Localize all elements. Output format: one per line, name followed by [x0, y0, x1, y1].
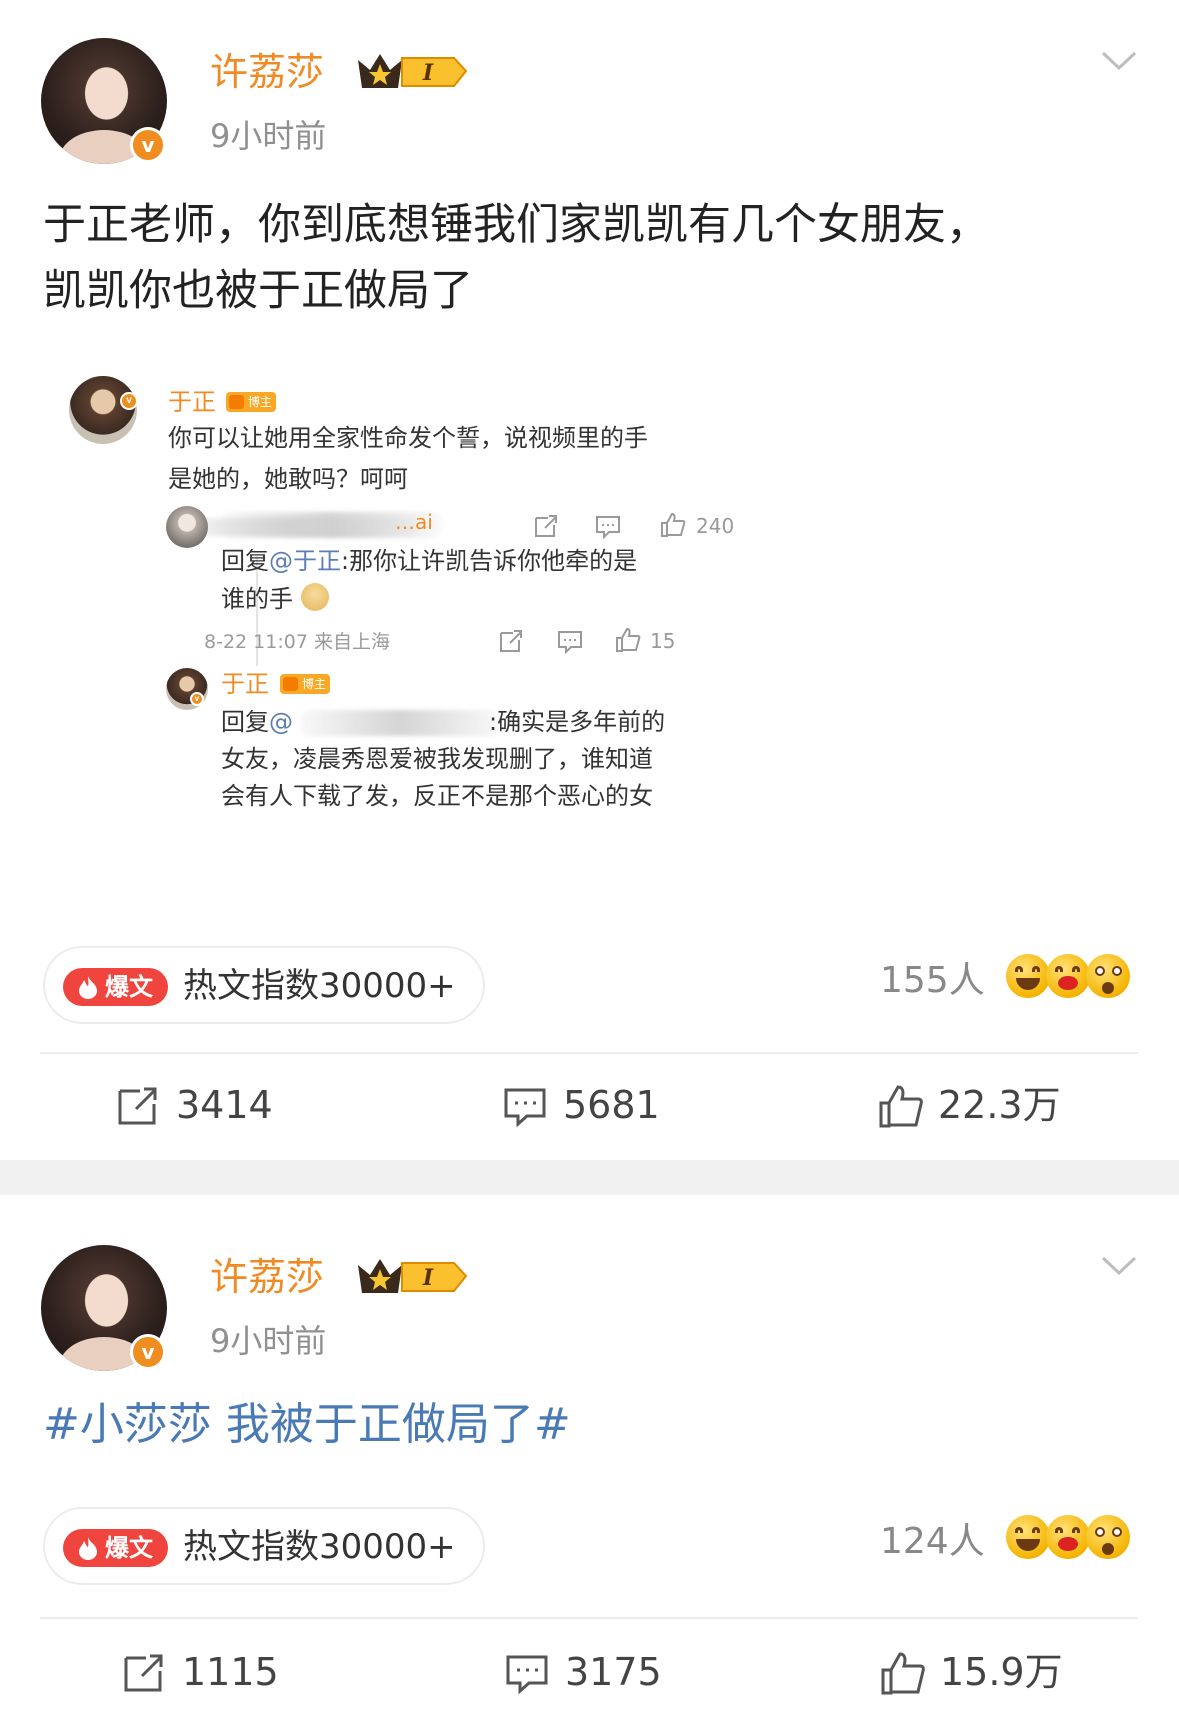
replier-avatar [166, 506, 208, 548]
blogger-badge: 博主 [226, 392, 277, 412]
comment-count: 5681 [563, 1083, 660, 1127]
commenter-avatar [69, 376, 137, 444]
surprised-emoji-icon [1086, 1515, 1130, 1559]
like-count: 240 [696, 514, 735, 538]
repost-icon [535, 515, 557, 537]
like-count: 22.3万 [938, 1083, 1061, 1127]
vip-level: I [422, 60, 434, 86]
laugh-emoji-icon [1006, 1515, 1050, 1559]
post-time: 9小时前 [210, 117, 327, 155]
reply-text-rest: 谁的手 [221, 585, 293, 613]
kiss-emoji-icon [1046, 1515, 1090, 1559]
embedded-screenshot[interactable]: v 于正 博主 你可以让她用全家性命发个誓，说视频里的手 是她的，她敢吗？呵呵 … [60, 350, 750, 910]
repost-icon [124, 1654, 163, 1692]
hot-pill-label: 爆文 [105, 973, 153, 1001]
comment-text: 你可以让她用全家性命发个誓，说视频里的手 是她的，她敢吗？呵呵 [168, 418, 648, 500]
doge-emoji-icon [300, 583, 329, 611]
flame-icon [79, 976, 97, 999]
hot-index-badge[interactable]: 爆文 热文指数30000+ [43, 946, 485, 1024]
hot-pill-label: 爆文 [105, 1534, 153, 1562]
reply-line: 回复@于正:那你让许凯告诉你他牵的是 [221, 542, 637, 580]
hot-pill: 爆文 [63, 968, 168, 1006]
post-text: 于正老师，你到底想锤我们家凯凯有几个女朋友， 凯凯你也被于正做局了 [43, 192, 1143, 324]
like-icon [879, 1085, 923, 1128]
like-button[interactable]: 22.3万 [878, 1080, 1098, 1130]
repost-icon [118, 1087, 157, 1125]
comment-line: 是她的，她敢吗？呵呵 [168, 465, 408, 493]
reply-meta: 8-22 11:07 来自上海 [204, 631, 390, 653]
vip-crown-icon[interactable]: I [354, 50, 474, 92]
reply-line: 女友，凌晨秀恩爱被我发现删了，谁知道 [221, 745, 653, 773]
hot-index-label: 热文指数30000+ [183, 1527, 456, 1567]
divider [40, 1617, 1138, 1619]
flame-icon [79, 1537, 97, 1560]
comment-icon [596, 516, 620, 539]
reply-text-rest: :那你让许凯告诉你他牵的是 [341, 547, 638, 575]
post-text-line: 于正老师，你到底想锤我们家凯凯有几个女朋友， [43, 200, 989, 250]
like-icon [661, 512, 686, 537]
reply-line: 会有人下载了发，反正不是那个恶心的女 [221, 782, 653, 810]
vip-level: I [422, 1265, 434, 1291]
comment-button[interactable]: 3175 [505, 1647, 705, 1697]
username[interactable]: 许荔莎 [210, 1251, 324, 1303]
repost-count: 1115 [182, 1650, 279, 1694]
comment-icon [558, 631, 582, 654]
like-icon [616, 627, 641, 652]
comment-button[interactable]: 5681 [503, 1080, 703, 1130]
repost-icon [500, 630, 522, 652]
repost-button[interactable]: 1115 [122, 1647, 322, 1697]
like-count: 15 [650, 629, 676, 653]
hashtag-link[interactable]: #小莎莎 我被于正做局了# [43, 1395, 571, 1455]
mention-link[interactable]: @于正 [269, 547, 341, 575]
like-icon [881, 1652, 925, 1695]
commenter-name: 于正 [221, 670, 269, 698]
weibo-post: v 许荔莎 I 9小时前 于正老师，你到底想锤我们家凯凯有几个女朋友， 凯凯你也… [0, 0, 1179, 1160]
repost-count: 3414 [176, 1083, 273, 1127]
kiss-emoji-icon [1046, 954, 1090, 998]
repost-button[interactable]: 3414 [116, 1080, 316, 1130]
reply-prefix: 回复 [221, 708, 269, 736]
comment-line: 你可以让她用全家性命发个誓，说视频里的手 [168, 424, 648, 452]
comment-count: 3175 [565, 1650, 662, 1694]
reply-text-rest: :确实是多年前的 [489, 708, 666, 736]
surprised-emoji-icon [1086, 954, 1130, 998]
reaction-count[interactable]: 124人 [880, 1517, 985, 1567]
verified-badge: v [190, 692, 204, 706]
like-count: 15.9万 [940, 1650, 1063, 1694]
post-text-line: 凯凯你也被于正做局了 [43, 266, 473, 316]
reply-line: 谁的手 [221, 580, 637, 618]
comment-icon [504, 1088, 546, 1128]
verified-badge: v [130, 1334, 166, 1370]
reply-text: 回复@ :确实是多年前的 女友，凌晨秀恩爱被我发现删了，谁知道 会有人下载了发，反… [221, 704, 665, 815]
comment-icon [506, 1655, 548, 1695]
verified-badge: v [120, 392, 138, 410]
verified-badge: v [130, 127, 166, 163]
hot-pill: 爆文 [63, 1529, 168, 1567]
reply-text: 回复@于正:那你让许凯告诉你他牵的是 谁的手 [221, 542, 637, 618]
reply-prefix: 回复 [221, 547, 269, 575]
hot-index-badge[interactable]: 爆文 热文指数30000+ [43, 1507, 485, 1585]
divider [40, 1052, 1138, 1054]
laugh-emoji-icon [1006, 954, 1050, 998]
commenter-name: 于正 [168, 388, 216, 416]
mention-link[interactable]: @ [269, 708, 293, 736]
replier-name: …ai [395, 510, 433, 534]
blogger-badge: 博主 [280, 674, 331, 694]
reply-line: 回复@ :确实是多年前的 [221, 704, 665, 741]
post-separator [0, 1160, 1179, 1195]
post-time: 9小时前 [210, 1322, 327, 1360]
username[interactable]: 许荔莎 [210, 46, 324, 98]
chevron-down-icon[interactable] [1100, 1253, 1138, 1279]
hot-index-label: 热文指数30000+ [183, 966, 456, 1006]
chevron-down-icon[interactable] [1100, 48, 1138, 74]
reaction-count[interactable]: 155人 [880, 956, 985, 1006]
vip-crown-icon[interactable]: I [354, 1255, 474, 1297]
like-button[interactable]: 15.9万 [880, 1647, 1100, 1697]
